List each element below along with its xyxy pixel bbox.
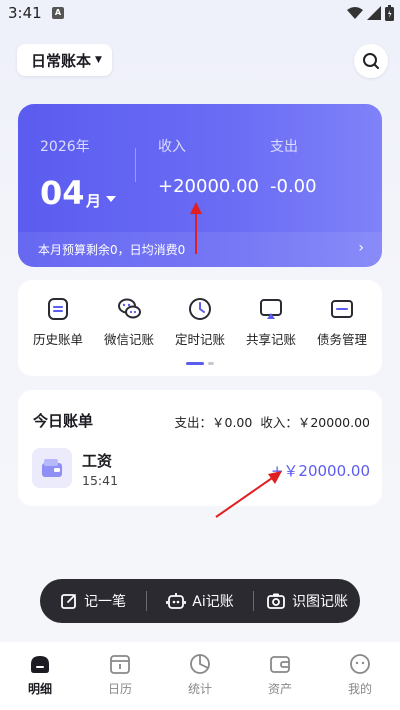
add-entry-button[interactable]: 记一笔 — [40, 579, 146, 623]
today-summary: 支出：￥0.00 收入：￥20000.00 — [167, 412, 371, 431]
caret-down-icon — [106, 196, 116, 202]
wallet-icon — [270, 656, 290, 673]
quick-item-label: 债务管理 — [316, 332, 367, 347]
card-icon — [331, 300, 353, 318]
monthly-summary-card: 2026年 04 月 收入 +20000.00 支出 -0.00 本月预算剩余0… — [18, 104, 382, 267]
quick-item-label: 共享记账 — [245, 332, 296, 347]
quick-item-share[interactable]: 共享记账 — [235, 296, 307, 348]
nav-label: 我的 — [347, 682, 372, 696]
clock-icon — [189, 298, 211, 320]
page-indicator — [186, 362, 216, 366]
battery-icon — [385, 5, 394, 21]
action-bar: 记一笔 Ai记账 识图记账 — [40, 579, 360, 623]
month-number: 04 — [40, 174, 85, 212]
divider — [135, 148, 136, 182]
detail-icon — [31, 656, 49, 673]
income-value: +20000.00 — [158, 176, 259, 197]
camera-icon — [267, 593, 285, 609]
today-expense: 支出：￥0.00 — [174, 415, 253, 430]
nav-label: 资产 — [267, 682, 292, 696]
history-bill-icon — [48, 298, 68, 320]
quick-menu: 历史账单 微信记账 定时记账 共享记账 债务管理 — [18, 280, 382, 376]
nav-detail[interactable]: 明细 — [0, 642, 80, 710]
quick-item-label: 历史账单 — [32, 332, 83, 347]
book-name: 日常账本 — [31, 51, 92, 70]
search-icon — [363, 53, 379, 69]
budget-bar[interactable]: 本月预算剩余0，日均消费0 › — [18, 232, 382, 267]
status-time: 3:41 — [8, 4, 42, 22]
notification-icon: A — [52, 7, 64, 19]
nav-profile[interactable]: 我的 — [320, 642, 400, 710]
search-button[interactable] — [354, 44, 388, 78]
quick-item-wechat[interactable]: 微信记账 — [93, 296, 165, 348]
robot-icon — [166, 593, 187, 609]
image-entry-button[interactable]: 识图记账 — [254, 579, 360, 623]
chart-icon — [190, 654, 210, 674]
quick-item-scheduled[interactable]: 定时记账 — [164, 296, 236, 348]
quick-item-debt[interactable]: 债务管理 — [306, 296, 378, 348]
chevron-down-icon: ▼ — [95, 55, 102, 65]
share-icon — [260, 299, 282, 319]
nav-label: 统计 — [187, 682, 212, 696]
page-dot-active — [186, 362, 204, 365]
ai-entry-button[interactable]: Ai记账 — [147, 579, 253, 623]
status-bar: 3:41 A — [0, 0, 400, 28]
edit-icon — [61, 594, 76, 609]
book-selector[interactable]: 日常账本 ▼ — [17, 44, 112, 76]
image-entry-label: 识图记账 — [292, 594, 348, 610]
calendar-icon — [110, 655, 130, 674]
nav-assets[interactable]: 资产 — [240, 642, 320, 710]
today-title: 今日账单 — [33, 412, 94, 430]
nav-stats[interactable]: 统计 — [160, 642, 240, 710]
wechat-icon — [118, 298, 141, 319]
entry-name: 工资 — [82, 452, 113, 470]
bottom-nav: 明细 日历 统计 资产 我的 — [0, 642, 400, 710]
nav-calendar[interactable]: 日历 — [80, 642, 160, 710]
entry-amount: +￥20000.00 — [270, 462, 370, 480]
ai-entry-label: Ai记账 — [192, 594, 234, 610]
nav-label: 明细 — [27, 682, 52, 696]
add-entry-label: 记一笔 — [84, 594, 126, 610]
status-icons — [347, 5, 394, 21]
quick-item-history[interactable]: 历史账单 — [22, 296, 94, 348]
entry-time: 15:41 — [82, 473, 119, 488]
today-bill-card: 今日账单 支出：￥0.00 收入：￥20000.00 工资 15:41 +￥200… — [18, 390, 382, 506]
income-label: 收入 — [158, 139, 186, 155]
chevron-right-icon: › — [358, 240, 364, 256]
profile-icon — [350, 654, 370, 674]
quick-item-label: 定时记账 — [174, 332, 225, 347]
budget-text: 本月预算剩余0，日均消费0 — [38, 243, 186, 257]
entry-category — [32, 448, 72, 488]
month-unit: 月 — [86, 192, 102, 210]
signal-icon — [367, 6, 381, 20]
expense-value: -0.00 — [270, 176, 317, 197]
year-label: 2026年 — [40, 139, 90, 155]
wallet-icon — [42, 459, 62, 477]
page-dot — [208, 362, 214, 365]
wifi-icon — [347, 7, 363, 19]
quick-item-label: 微信记账 — [103, 332, 154, 347]
nav-label: 日历 — [107, 682, 132, 696]
today-income: 收入：￥20000.00 — [260, 415, 370, 430]
expense-label: 支出 — [270, 139, 298, 155]
